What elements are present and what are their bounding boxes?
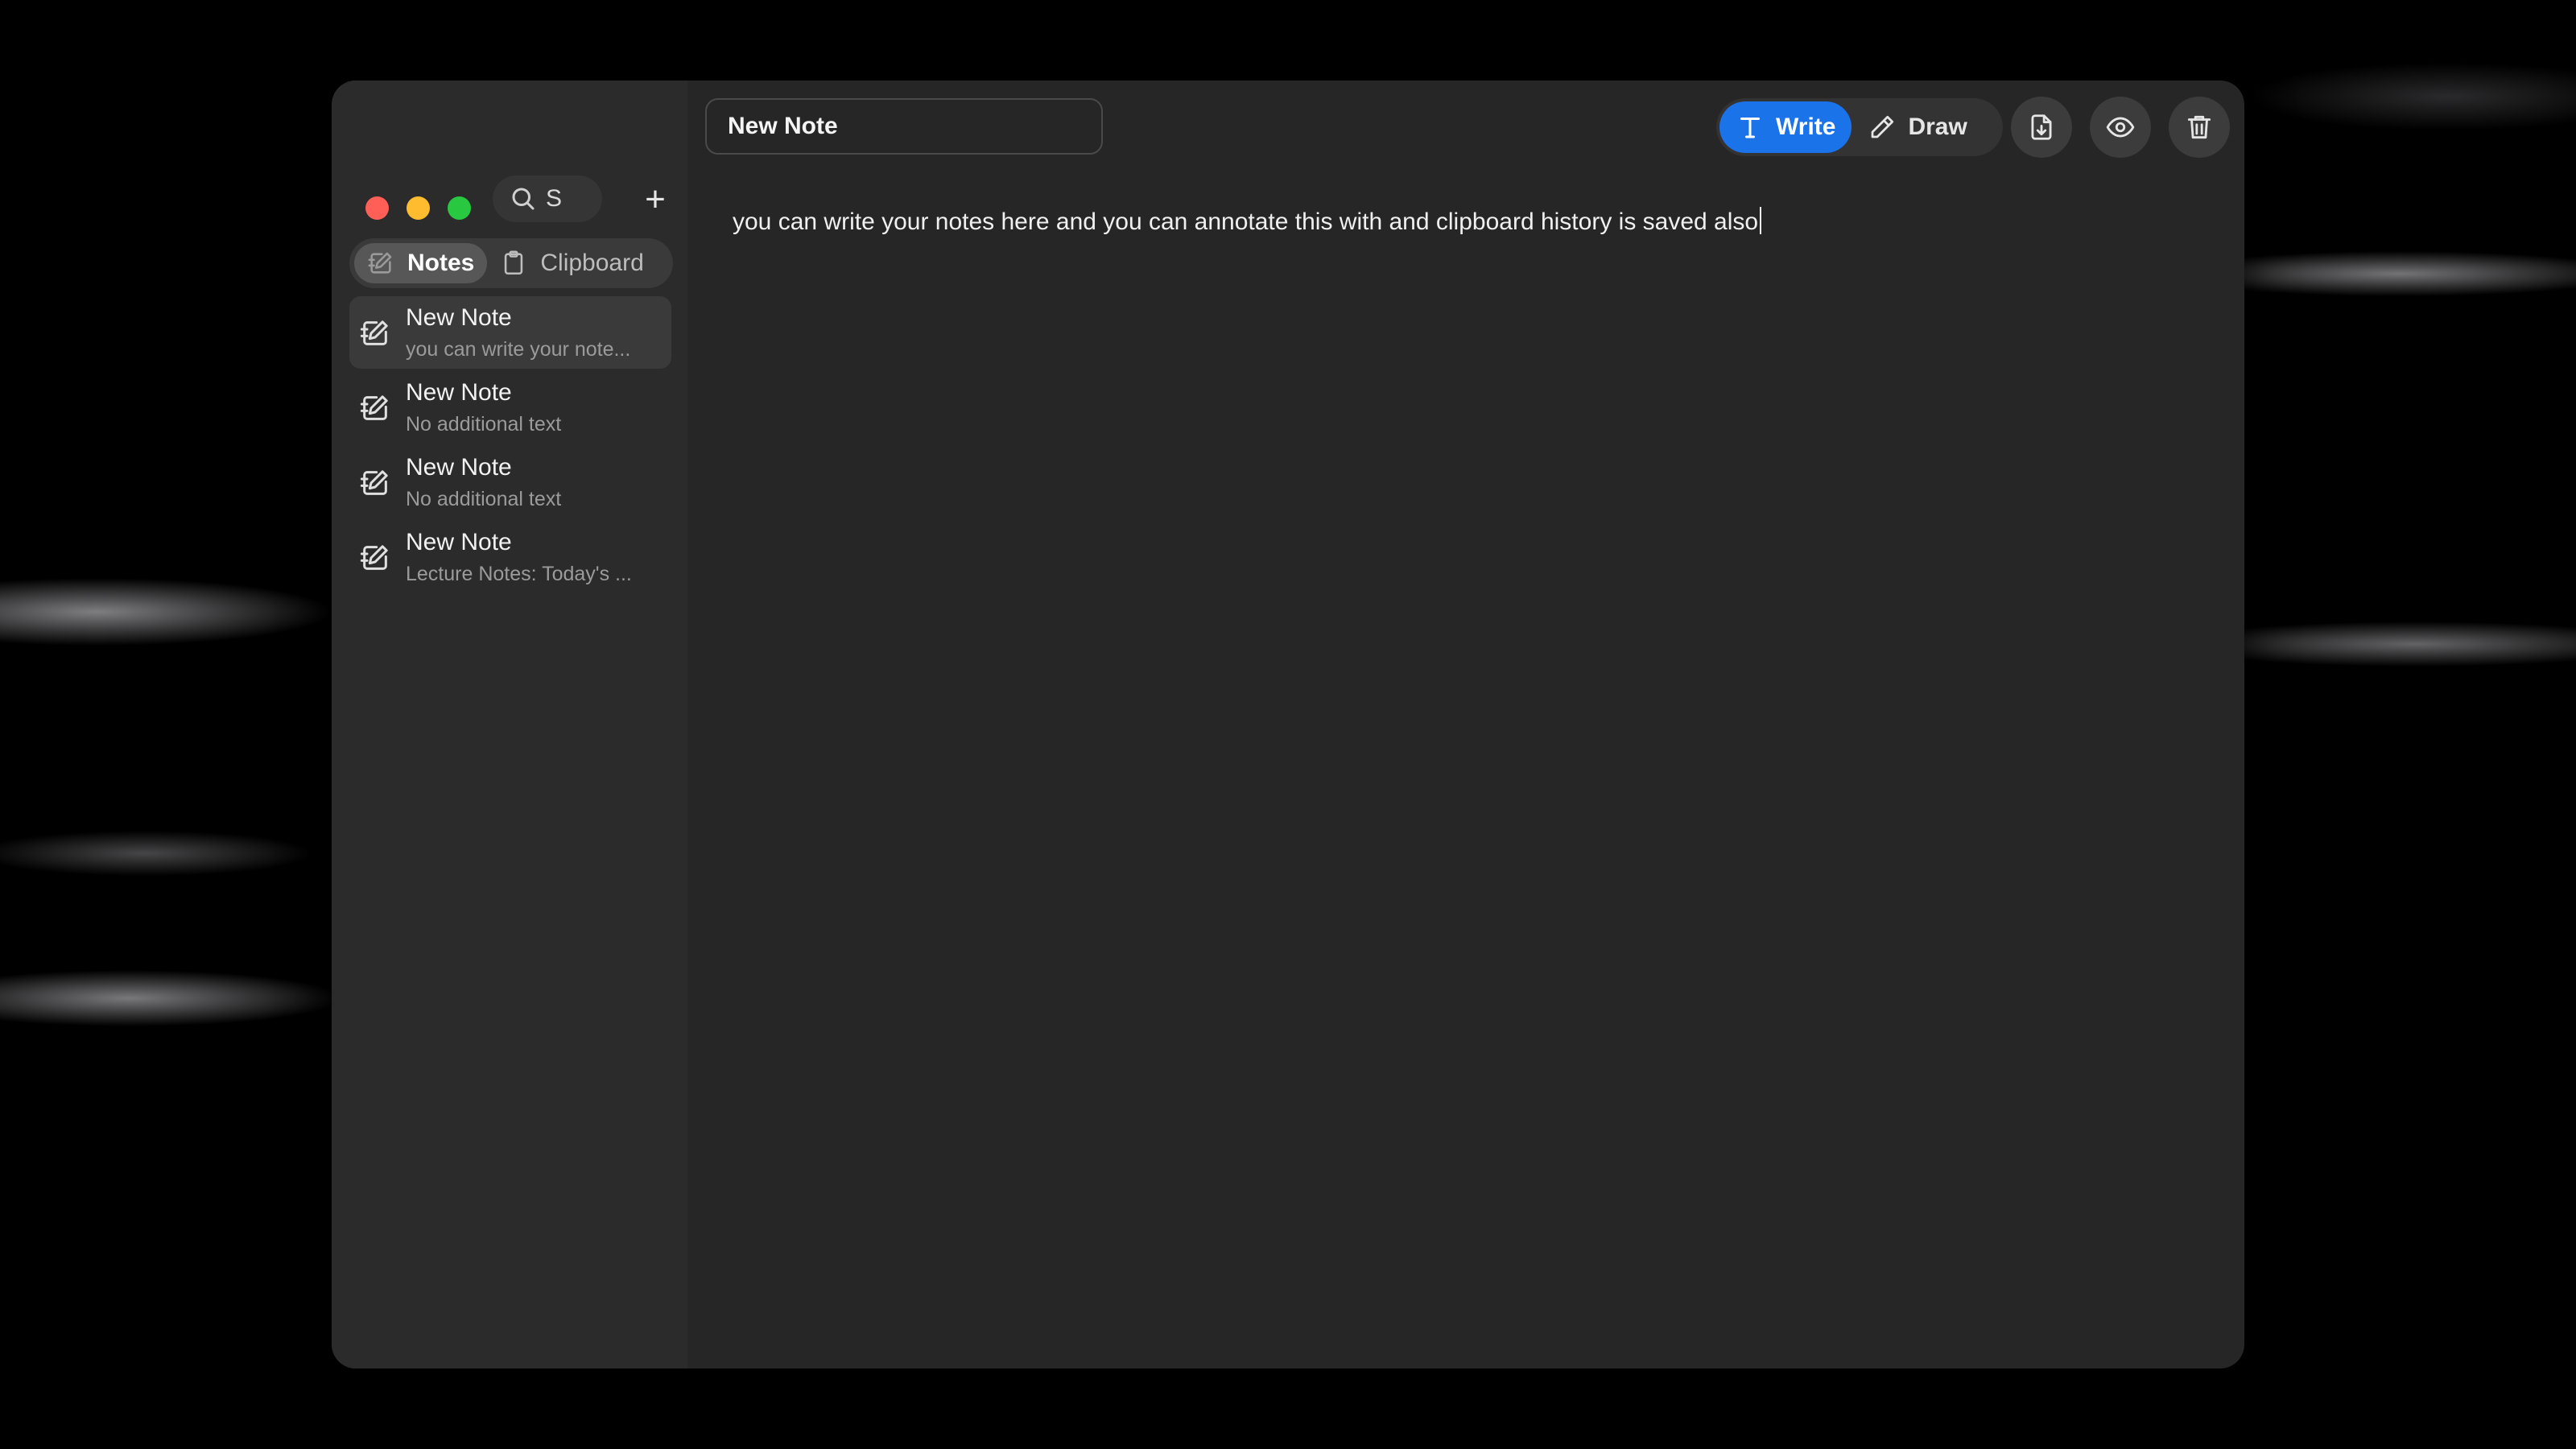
tab-clipboard-label: Clipboard: [540, 250, 644, 276]
tab-notes[interactable]: Notes: [354, 243, 488, 283]
clipboard-icon: [505, 250, 523, 275]
search-input[interactable]: [546, 185, 594, 213]
sidebar-tabs: Notes Clipboard: [349, 238, 673, 288]
note-list-item[interactable]: New Note No additional text: [349, 446, 671, 518]
draw-mode-label: Draw: [1908, 114, 1967, 140]
text-caret: [1760, 207, 1762, 234]
note-title: New Note: [406, 454, 512, 481]
note-icon: [360, 320, 388, 345]
note-title: New Note: [406, 304, 512, 331]
file-download-icon: [2031, 114, 2052, 140]
tab-clipboard[interactable]: Clipboard: [487, 243, 656, 283]
mode-toggle: Write Draw: [1716, 98, 2003, 156]
maximize-window-button[interactable]: [448, 196, 471, 220]
pencil-icon: [1872, 115, 1894, 138]
note-title: New Note: [406, 529, 512, 555]
note-list-item[interactable]: New Note No additional text: [349, 371, 671, 444]
note-list-item[interactable]: New Note Lecture Notes: Today's ...: [349, 521, 671, 593]
note-preview: No additional text: [406, 488, 562, 510]
search-box[interactable]: [493, 175, 602, 222]
close-window-button[interactable]: [365, 196, 389, 220]
note-editor[interactable]: you can write your notes here and you ca…: [733, 206, 2214, 237]
text-icon: [1740, 118, 1760, 138]
note-icon: [360, 545, 388, 570]
note-title: New Note: [406, 379, 512, 406]
app-window: + Notes Clipboar: [332, 80, 2244, 1368]
note-preview: No additional text: [406, 413, 562, 436]
note-list-item[interactable]: New Note you can write your note...: [349, 296, 671, 369]
note-icon: [360, 395, 388, 420]
tab-notes-label: Notes: [407, 250, 475, 276]
note-body-text: you can write your notes here and you ca…: [733, 208, 1759, 235]
notes-icon: [368, 252, 392, 274]
minimize-window-button[interactable]: [407, 196, 430, 220]
search-icon: [512, 188, 535, 210]
draw-mode-button[interactable]: Draw: [1852, 101, 1983, 153]
write-mode-button[interactable]: Write: [1719, 101, 1852, 153]
eye-icon: [2106, 117, 2135, 138]
note-preview: you can write your note...: [406, 338, 631, 361]
preview-button[interactable]: [2090, 97, 2151, 158]
notes-list: New Note you can write your note... New …: [349, 296, 671, 596]
write-mode-label: Write: [1776, 114, 1836, 140]
desktop-background: + Notes Clipboar: [0, 0, 2576, 1449]
note-title-input[interactable]: [705, 98, 1103, 155]
note-icon: [360, 470, 388, 495]
note-preview: Lecture Notes: Today's ...: [406, 563, 632, 585]
trash-icon: [2187, 115, 2211, 139]
plus-icon: +: [645, 180, 666, 219]
delete-button[interactable]: [2169, 97, 2230, 158]
add-note-button[interactable]: +: [636, 180, 675, 219]
sidebar: + Notes Clipboar: [332, 80, 687, 1368]
export-button[interactable]: [2011, 97, 2072, 158]
